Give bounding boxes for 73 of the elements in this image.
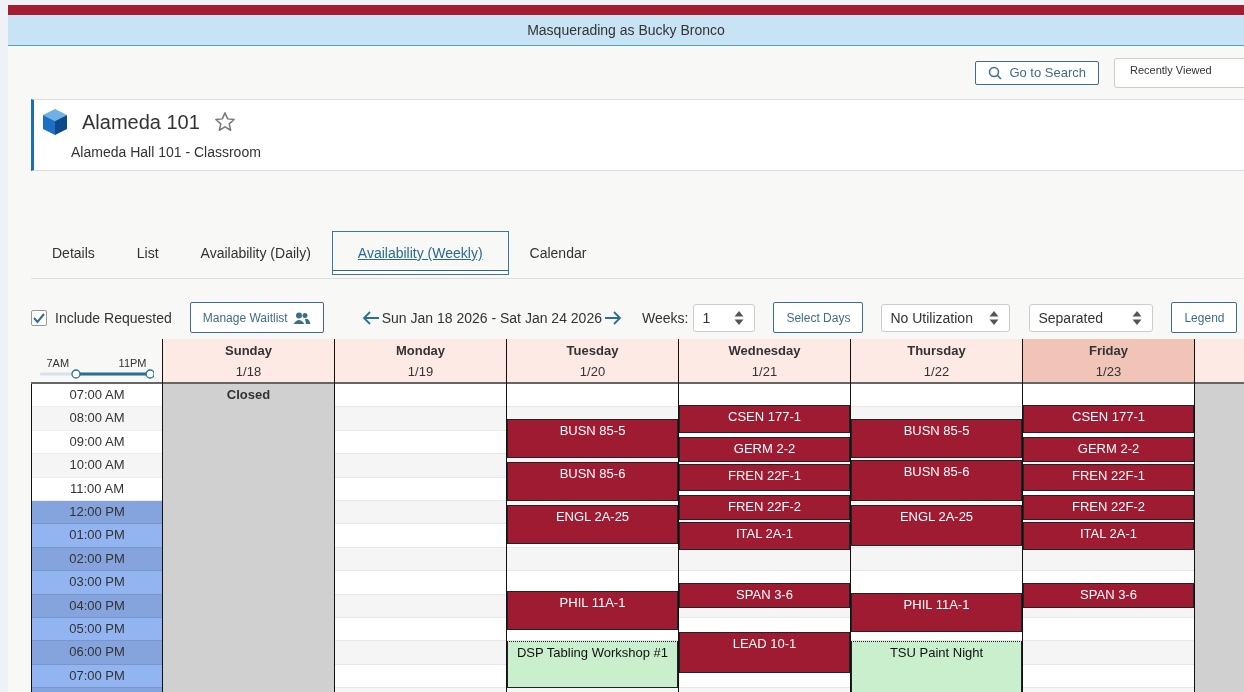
- room-subtitle: Alameda Hall 101 - Classroom: [71, 144, 262, 160]
- time-label: 05:00 PM: [32, 617, 162, 642]
- calendar-event[interactable]: ENGL 2A-25: [851, 504, 1022, 546]
- calendar-event[interactable]: GERM 2-2: [679, 436, 850, 462]
- tab[interactable]: Availability (Daily): [179, 231, 332, 275]
- tab[interactable]: Calendar: [508, 231, 608, 275]
- time-label: 12:00 PM: [32, 500, 162, 525]
- time-label: 07:00 PM: [32, 664, 162, 689]
- calendar-event[interactable]: PHIL 11A-1: [507, 590, 678, 630]
- range-start-label: 7AM: [46, 357, 70, 369]
- weeks-select[interactable]: 1: [693, 303, 756, 332]
- calendar-event[interactable]: FREN 22F-1: [1023, 463, 1194, 492]
- manage-waitlist-button[interactable]: Manage Waitlist: [189, 302, 324, 333]
- spinner-icon: [1132, 309, 1143, 326]
- masquerade-banner-text: Masquerading as Bucky Bronco: [527, 22, 725, 38]
- date-range: Sun Jan 18 2026 - Sat Jan 24 2026: [381, 309, 602, 326]
- go-to-search-button[interactable]: Go to Search: [975, 60, 1099, 85]
- cube-icon: [42, 108, 68, 136]
- calendar-event[interactable]: TSU Paint Night: [851, 641, 1022, 692]
- time-label: 01:00 PM: [32, 524, 162, 548]
- room-title: Alameda 101: [82, 110, 200, 134]
- legend-button[interactable]: Legend: [1171, 302, 1238, 333]
- day-header[interactable]: Monday 1/19: [335, 339, 506, 384]
- calendar-event[interactable]: DSP Tabling Workshop #1: [507, 641, 678, 689]
- calendar-event[interactable]: FREN 22F-2: [679, 495, 850, 521]
- day-header[interactable]: Friday 1/23: [1023, 339, 1194, 384]
- calendar-event[interactable]: BUSN 85-5: [507, 419, 678, 459]
- time-label: 11:00 AM: [32, 477, 162, 501]
- calendar-event[interactable]: BUSN 85-5: [851, 419, 1022, 459]
- time-label: 04:00 PM: [32, 594, 162, 618]
- calendar-event[interactable]: SPAN 3-6: [679, 582, 850, 609]
- calendar-event[interactable]: FREN 22F-1: [679, 463, 850, 492]
- next-week-arrow-icon[interactable]: [603, 310, 622, 325]
- layout-select[interactable]: Separated: [1029, 303, 1154, 332]
- calendar-event[interactable]: CSEN 177-1: [679, 405, 850, 433]
- day-header[interactable]: Wednesday 1/21: [679, 339, 850, 384]
- time-label: 06:00 PM: [32, 641, 162, 665]
- time-range-slider[interactable]: [39, 369, 154, 379]
- people-icon: [292, 311, 311, 324]
- utilization-select[interactable]: No Utilization: [881, 303, 1011, 332]
- include-requested-label: Include Requested: [55, 309, 172, 326]
- tab[interactable]: List: [115, 231, 180, 275]
- spinner-icon: [734, 309, 745, 326]
- calendar-event[interactable]: LEAD 10-1: [679, 631, 850, 673]
- favorite-star-icon[interactable]: [213, 111, 236, 133]
- time-label: 02:00 PM: [32, 547, 162, 572]
- weeks-label: Weeks:: [641, 309, 689, 326]
- calendar-event[interactable]: CSEN 177-1: [1023, 405, 1194, 433]
- recently-viewed-dropdown[interactable]: Recently Viewed: [1114, 57, 1244, 88]
- tab[interactable]: Details: [31, 231, 116, 275]
- include-requested-checkbox[interactable]: [31, 309, 47, 326]
- spinner-icon: [989, 309, 1000, 326]
- calendar-event[interactable]: ITAL 2A-1: [1023, 522, 1194, 550]
- search-icon: [988, 65, 1003, 80]
- tab[interactable]: Availability (Weekly): [331, 231, 509, 275]
- day-header[interactable]: Sunday 1/18: [163, 339, 334, 384]
- day-header[interactable]: Tuesday 1/20: [507, 339, 678, 384]
- time-label: 09:00 AM: [32, 430, 162, 455]
- calendar-event[interactable]: SPAN 3-6: [1023, 582, 1194, 609]
- previous-week-arrow-icon[interactable]: [361, 310, 380, 325]
- calendar-event[interactable]: ITAL 2A-1: [679, 522, 850, 550]
- range-end-label: 11PM: [118, 357, 147, 369]
- closed-label: Closed: [225, 387, 272, 402]
- calendar-event[interactable]: BUSN 85-6: [851, 460, 1022, 501]
- calendar-event[interactable]: ENGL 2A-25: [507, 504, 678, 544]
- time-label: 03:00 PM: [32, 571, 162, 595]
- select-days-button[interactable]: Select Days: [773, 302, 864, 333]
- calendar-event[interactable]: PHIL 11A-1: [851, 592, 1022, 632]
- calendar-event[interactable]: BUSN 85-6: [507, 462, 678, 501]
- day-header[interactable]: Thursday 1/22: [851, 339, 1022, 384]
- calendar-event[interactable]: GERM 2-2: [1023, 436, 1194, 462]
- time-label: 07:00 AM: [32, 384, 162, 408]
- calendar-event[interactable]: FREN 22F-2: [1023, 495, 1194, 521]
